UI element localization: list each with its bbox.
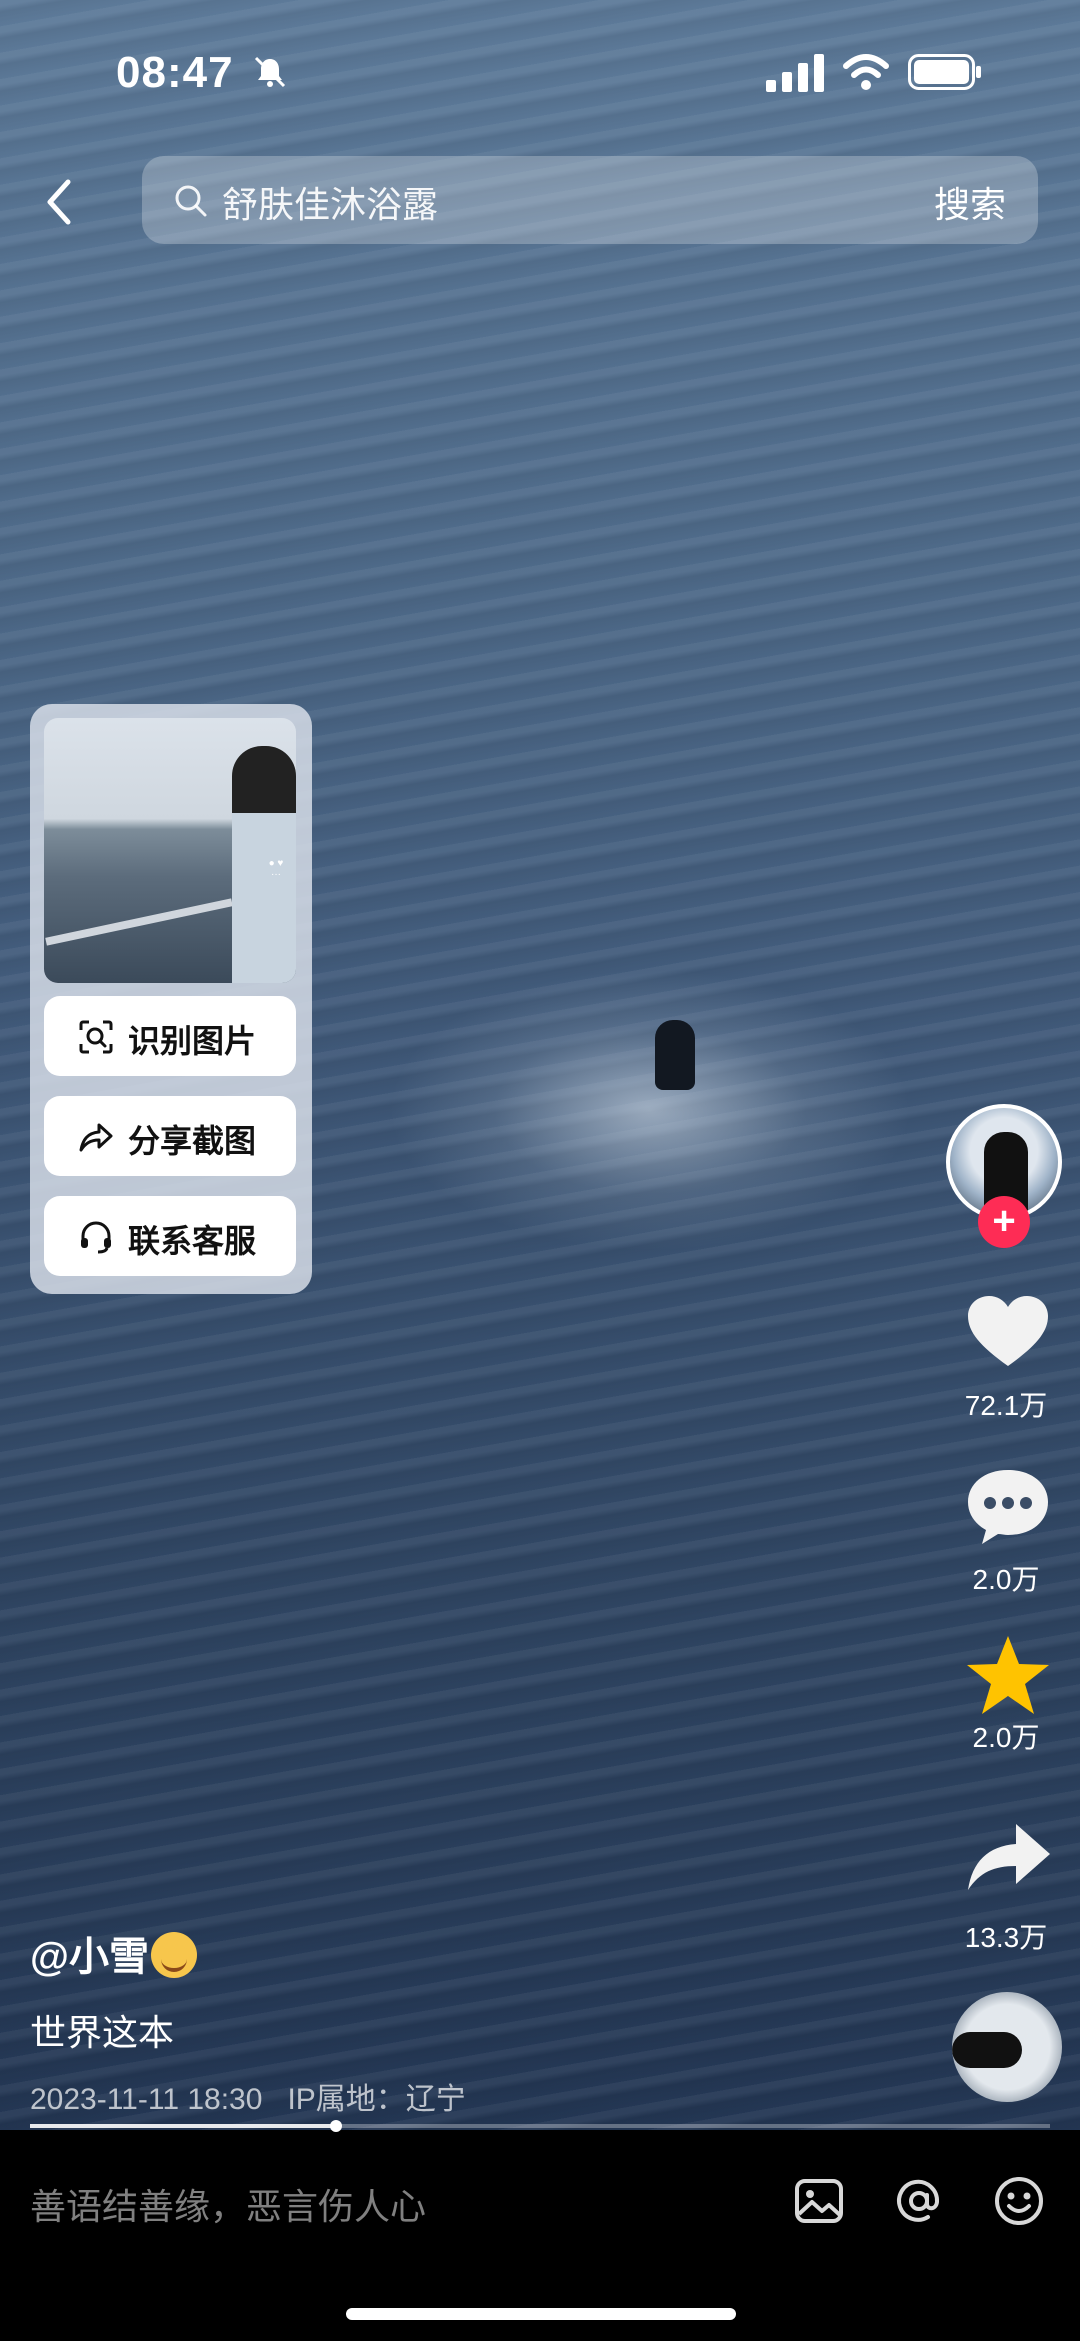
search-bar[interactable]: 舒肤佳沐浴露 搜索 bbox=[142, 156, 1038, 244]
like-count: 72.1万 bbox=[964, 1390, 1048, 1421]
contact-support-label: 联系客服 bbox=[128, 1223, 257, 1259]
status-time: 08:47 bbox=[116, 48, 234, 97]
screenshot-thumbnail[interactable]: ● ♥ ··· bbox=[44, 718, 296, 983]
home-indicator[interactable] bbox=[346, 2308, 736, 2320]
author-handle[interactable]: @小雪 bbox=[30, 1935, 149, 1979]
author-name[interactable]: @小雪 bbox=[30, 1924, 198, 1982]
image-scan-icon bbox=[79, 1020, 113, 1054]
heart-icon[interactable] bbox=[962, 1290, 1054, 1372]
wifi-icon bbox=[843, 54, 889, 90]
identify-image-button[interactable]: 识别图片 bbox=[44, 996, 296, 1076]
post-ip-location: IP属地：辽宁 bbox=[287, 2083, 466, 2116]
video-progress-bar[interactable] bbox=[30, 2120, 1050, 2132]
share-icon bbox=[79, 1123, 113, 1152]
back-arrow-icon[interactable] bbox=[38, 174, 84, 230]
follow-button[interactable]: + bbox=[978, 1196, 1030, 1248]
contact-support-button[interactable]: 联系客服 bbox=[44, 1196, 296, 1276]
identify-image-label: 识别图片 bbox=[128, 1023, 257, 1059]
search-button[interactable]: 搜索 bbox=[934, 176, 1006, 228]
progress-knob[interactable] bbox=[330, 2120, 342, 2132]
thumbnail-side-icons: ● ♥ ··· bbox=[268, 858, 284, 880]
share-screenshot-label: 分享截图 bbox=[128, 1123, 257, 1159]
favorite-count: 2.0万 bbox=[972, 1722, 1040, 1753]
search-input[interactable]: 舒肤佳沐浴露 bbox=[222, 176, 438, 228]
post-date: 2023-11-11 18:30 bbox=[30, 2083, 263, 2116]
status-bar: 08:47 bbox=[0, 0, 1080, 140]
at-mention-icon[interactable] bbox=[892, 2174, 946, 2228]
comment-count: 2.0万 bbox=[972, 1564, 1040, 1595]
share-screenshot-button[interactable]: 分享截图 bbox=[44, 1096, 296, 1176]
bottom-comment-bar: 善语结善缘，恶言伤人心 bbox=[0, 2132, 1080, 2341]
share-count: 13.3万 bbox=[964, 1922, 1048, 1953]
plus-icon: + bbox=[992, 1199, 1016, 1243]
star-icon[interactable] bbox=[962, 1634, 1054, 1716]
screenshot-popup: ● ♥ ··· 识别图片 分享截图 联系客服 bbox=[30, 704, 312, 1294]
video-caption[interactable]: 世界这本 bbox=[30, 2004, 174, 2056]
comment-icon[interactable] bbox=[962, 1464, 1054, 1546]
share-arrow-icon[interactable] bbox=[962, 1818, 1054, 1900]
signal-icon bbox=[766, 54, 824, 92]
thumbnail-railing bbox=[45, 898, 233, 946]
smiling-face-emoji-icon bbox=[151, 1932, 198, 1978]
bell-slash-icon bbox=[254, 56, 286, 88]
battery-icon bbox=[908, 54, 981, 90]
headset-icon bbox=[81, 1221, 111, 1254]
music-disc[interactable] bbox=[952, 1992, 1062, 2102]
comment-input[interactable]: 善语结善缘，恶言伤人心 bbox=[30, 2178, 426, 2230]
post-meta: 2023-11-11 18:30 IP属地：辽宁 bbox=[30, 2074, 466, 2118]
search-icon bbox=[175, 185, 207, 217]
progress-fill bbox=[30, 2124, 336, 2128]
emoji-icon[interactable] bbox=[992, 2174, 1046, 2228]
image-icon[interactable] bbox=[792, 2174, 846, 2228]
whale-in-water bbox=[655, 1020, 695, 1090]
